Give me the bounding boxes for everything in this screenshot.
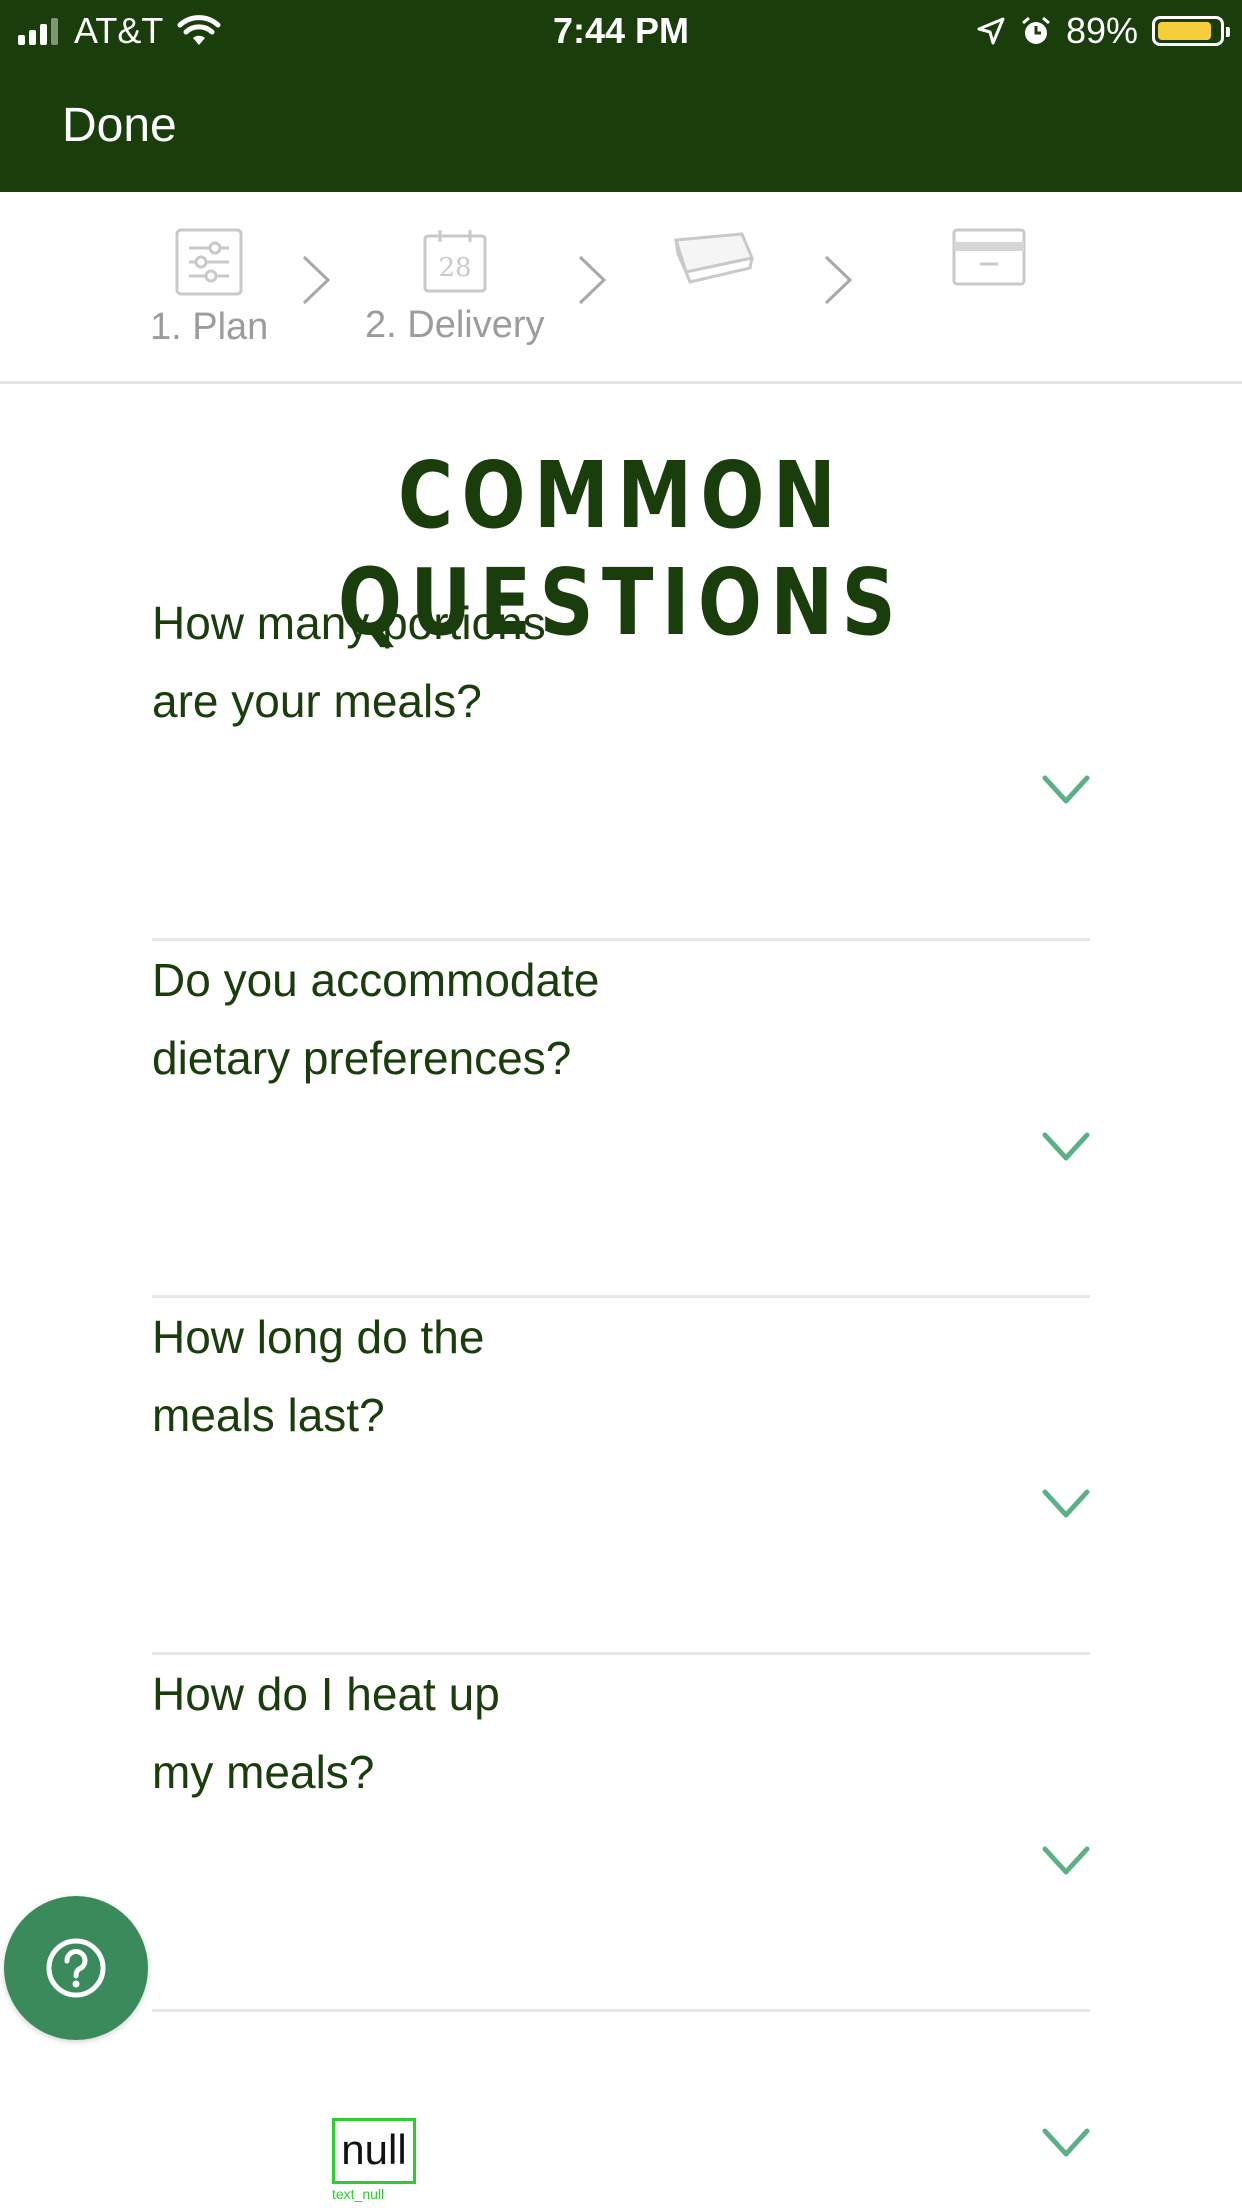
faq-question: How do I heat up my meals? <box>152 1668 500 1798</box>
chevron-right-icon <box>578 255 607 305</box>
battery-fill <box>1158 22 1212 40</box>
faq-item[interactable]: How long do the meals last? <box>152 1298 1090 1655</box>
question-mark-icon <box>46 1938 106 1998</box>
done-button[interactable]: Done <box>62 98 177 153</box>
step-payment[interactable] <box>952 228 1026 296</box>
faq-question: How many portions are your meals? <box>152 597 546 727</box>
status-right: 89% <box>962 10 1230 52</box>
calendar-icon: 28 <box>423 230 487 293</box>
chevron-down-icon[interactable] <box>1042 1132 1090 1162</box>
location-arrow-icon <box>977 17 1005 45</box>
null-text-box: null <box>332 2118 416 2184</box>
calendar-day: 28 <box>438 253 471 283</box>
battery-icon <box>1152 16 1230 46</box>
checkout-stepper: 1. Plan 28 2. Delivery <box>0 192 1242 384</box>
chevron-right-icon <box>302 255 331 305</box>
null-caption: text_null <box>332 2186 385 2202</box>
faq-item[interactable]: How many portions are your meals? <box>152 584 1090 941</box>
step-label: 1. Plan <box>150 306 269 348</box>
faq-question: Do you accommodate dietary preferences? <box>152 954 600 1084</box>
chevron-right-icon <box>824 255 853 305</box>
credit-card-icon <box>952 228 1026 286</box>
top-bar: AT&T 7:44 PM 89% Done <box>0 0 1242 192</box>
faq-item[interactable]: How do I heat up my meals? <box>152 1655 1090 2012</box>
step-label: 2. Delivery <box>365 304 545 346</box>
chevron-down-icon[interactable] <box>1042 2128 1090 2158</box>
meal-box-icon <box>674 232 755 284</box>
faq-question: How long do the meals last? <box>152 1311 485 1441</box>
chevron-down-icon[interactable] <box>1042 775 1090 805</box>
battery-percent: 89% <box>1065 10 1138 51</box>
step-plan[interactable]: 1. Plan <box>150 228 268 349</box>
chevron-down-icon[interactable] <box>1042 1489 1090 1519</box>
step-meals[interactable] <box>672 228 756 300</box>
alarm-clock-icon <box>1021 16 1050 44</box>
status-bar: AT&T 7:44 PM 89% <box>0 0 1242 62</box>
chevron-down-icon[interactable] <box>1042 1846 1090 1876</box>
step-delivery[interactable]: 28 2. Delivery <box>365 228 545 347</box>
help-button[interactable] <box>4 1896 148 2040</box>
sliders-icon <box>175 228 243 296</box>
faq-item[interactable]: Do you accommodate dietary preferences? <box>152 941 1090 1298</box>
